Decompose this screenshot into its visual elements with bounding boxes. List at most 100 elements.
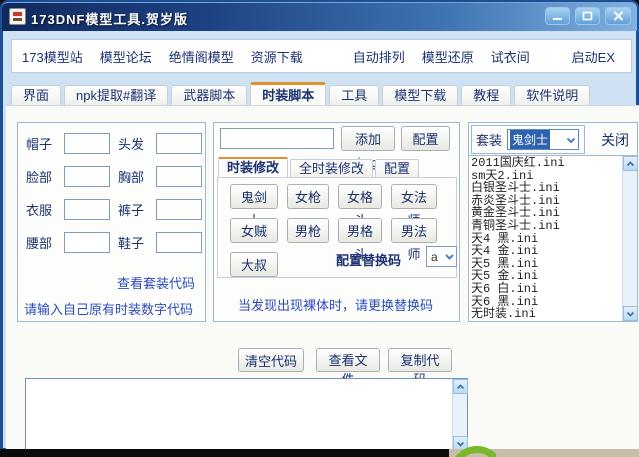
title-bar[interactable]: 173DNF模型工具.贺岁版	[2, 2, 637, 31]
suit-box: 套装 鬼剑士 关闭 2011国庆红.ini sm天2.ini 白银圣斗士.ini…	[468, 122, 638, 322]
menu-item-auto-arrange[interactable]: 自动排列	[353, 47, 405, 66]
waist-input[interactable]	[64, 232, 110, 253]
suit-select-group: 套装 鬼剑士	[471, 125, 585, 154]
desktop-strip-dark	[0, 449, 449, 457]
add-img-button[interactable]: 添加img	[341, 126, 395, 151]
maximize-icon	[582, 11, 593, 21]
scroll-down-button[interactable]	[623, 306, 637, 321]
app-window: 173DNF模型工具.贺岁版 173模型站 模型论坛 绝情阁模型 资源下载 自动…	[0, 0, 639, 451]
suit-select[interactable]: 鬼剑士	[507, 129, 579, 150]
face-label: 脸部	[26, 167, 56, 186]
suit-selected-value: 鬼剑士	[510, 130, 550, 149]
tab-software-info[interactable]: 软件说明	[514, 85, 590, 106]
tab-model-download[interactable]: 模型下载	[382, 85, 458, 106]
class-button-panel: 鬼剑士 女枪 女格斗 女法师 女贼 男枪 男格斗 男法师 大叔 配置替换码 a	[217, 177, 457, 278]
view-suit-code-link[interactable]: 查看套装代码	[117, 273, 195, 292]
hat-input[interactable]	[64, 133, 110, 154]
menu-item-model-restore[interactable]: 模型还原	[422, 47, 474, 66]
suit-file-items: 2011国庆红.ini sm天2.ini 白银圣斗士.ini 赤炎圣斗士.ini…	[471, 157, 621, 321]
clear-code-button[interactable]: 清空代码	[238, 348, 304, 372]
menu-item-launch-ex[interactable]: 启动EX	[572, 47, 615, 66]
replace-code-select[interactable]: a	[426, 246, 457, 267]
tab-weapon-script[interactable]: 武器脚本	[171, 85, 247, 106]
close-button[interactable]	[605, 7, 631, 25]
menu-item-model-forum[interactable]: 模型论坛	[100, 47, 152, 66]
output-scrollbar[interactable]	[452, 379, 467, 451]
replace-code-value: a	[431, 250, 438, 264]
list-item[interactable]: 无时装.ini	[471, 308, 621, 321]
tab-interface[interactable]: 界面	[11, 85, 61, 106]
tab-npk-extract-translate[interactable]: npk提取#翻译	[64, 85, 168, 106]
suit-label: 套装	[476, 130, 502, 149]
menu-item-jueqingge-models[interactable]: 绝情阁模型	[169, 47, 234, 66]
pants-input[interactable]	[156, 199, 202, 220]
tab-tutorial[interactable]: 教程	[461, 85, 511, 106]
suit-file-list[interactable]: 2011国庆红.ini sm天2.ini 白银圣斗士.ini 赤炎圣斗士.ini…	[469, 155, 637, 321]
minimize-button[interactable]	[545, 7, 570, 25]
class-button-male-gunner[interactable]: 男枪	[287, 218, 329, 243]
face-input[interactable]	[64, 166, 110, 187]
class-button-female-thief[interactable]: 女贼	[230, 218, 278, 243]
code-entry-box: 帽子 头发 脸部 胸部 衣服 裤子 腰部 鞋子 查看套装代码 请输入自己原有时装…	[17, 122, 206, 322]
chevron-up-icon	[626, 160, 635, 168]
list-item[interactable]: 青铜圣斗士.ini	[471, 220, 621, 233]
app-icon	[9, 8, 26, 25]
copy-code-button[interactable]: 复制代码	[388, 348, 452, 372]
list-scrollbar[interactable]	[622, 156, 637, 321]
config-button[interactable]: 配置	[401, 126, 450, 151]
class-button-female-gunner[interactable]: 女枪	[287, 184, 329, 209]
inner-tab-strip: 时装修改 全时装修改 配置	[218, 157, 419, 178]
waist-label: 腰部	[26, 233, 56, 252]
class-button-female-fighter[interactable]: 女格斗	[338, 184, 382, 209]
menu-item-resource-download[interactable]: 资源下载	[251, 47, 303, 66]
tab-tools[interactable]: 工具	[329, 85, 379, 106]
desktop-green-swirl-icon	[448, 444, 496, 457]
code-output-wrap	[25, 378, 468, 452]
pants-label: 裤子	[118, 200, 148, 219]
chevron-down-icon	[626, 310, 635, 318]
menu-item-fitting-room[interactable]: 试衣间	[491, 47, 530, 66]
minimize-icon	[552, 12, 563, 21]
chevron-down-icon	[564, 133, 578, 147]
scroll-up-button[interactable]	[453, 379, 468, 394]
fashion-edit-box: 添加img 配置 时装修改 全时装修改 配置 鬼剑士 女枪 女格斗 女法师 女贼…	[213, 122, 460, 322]
menu-bar: 173模型站 模型论坛 绝情阁模型 资源下载 自动排列 模型还原 试衣间 启动E…	[11, 39, 632, 73]
class-button-ghost-knight[interactable]: 鬼剑士	[230, 184, 278, 209]
img-path-input[interactable]	[220, 128, 334, 149]
maximize-button[interactable]	[575, 7, 600, 25]
tab-fashion-modify[interactable]: 时装修改	[218, 157, 288, 178]
window-title: 173DNF模型工具.贺岁版	[31, 9, 188, 28]
list-item[interactable]: 2011国庆红.ini	[471, 157, 621, 170]
class-button-female-mage[interactable]: 女法师	[391, 184, 437, 209]
code-entry-hint: 请输入自己原有时装数字代码	[24, 299, 193, 318]
hair-label: 头发	[118, 134, 148, 153]
list-item[interactable]: 天4 金.ini	[471, 245, 621, 258]
hair-input[interactable]	[156, 133, 202, 154]
scroll-up-button[interactable]	[623, 156, 637, 171]
shoes-input[interactable]	[156, 232, 202, 253]
tab-fashion-script[interactable]: 时装脚本	[250, 82, 326, 106]
fashion-script-panel: 帽子 头发 脸部 胸部 衣服 裤子 腰部 鞋子 查看套装代码 请输入自己原有时装…	[6, 105, 639, 451]
menu-item-173-model-site[interactable]: 173模型站	[22, 47, 83, 66]
class-button-male-fighter[interactable]: 男格斗	[338, 218, 382, 243]
close-suit-button[interactable]: 关闭	[601, 130, 629, 150]
code-output-textarea[interactable]	[26, 379, 453, 451]
nudity-warning-text: 当发现出现裸体时，请更换替换码	[238, 295, 433, 314]
list-item[interactable]: 天6 白.ini	[471, 283, 621, 296]
chest-input[interactable]	[156, 166, 202, 187]
tab-full-fashion-modify[interactable]: 全时装修改	[290, 159, 373, 178]
view-file-button[interactable]: 查看文件	[316, 348, 380, 372]
shoes-label: 鞋子	[118, 233, 148, 252]
class-button-uncle[interactable]: 大叔	[230, 252, 278, 277]
hat-label: 帽子	[26, 134, 56, 153]
class-button-male-mage[interactable]: 男法师	[391, 218, 437, 243]
close-icon	[613, 11, 624, 21]
clothes-label: 衣服	[26, 200, 56, 219]
fashion-code-fields: 帽子 头发 脸部 胸部 衣服 裤子 腰部 鞋子	[26, 133, 198, 253]
chest-label: 胸部	[118, 167, 148, 186]
chevron-up-icon	[456, 383, 465, 391]
tab-inner-config[interactable]: 配置	[375, 159, 419, 178]
main-tab-strip: 界面 npk提取#翻译 武器脚本 时装脚本 工具 模型下载 教程 软件说明	[11, 84, 590, 106]
list-item[interactable]: 白银圣斗士.ini	[471, 182, 621, 195]
clothes-input[interactable]	[64, 199, 110, 220]
